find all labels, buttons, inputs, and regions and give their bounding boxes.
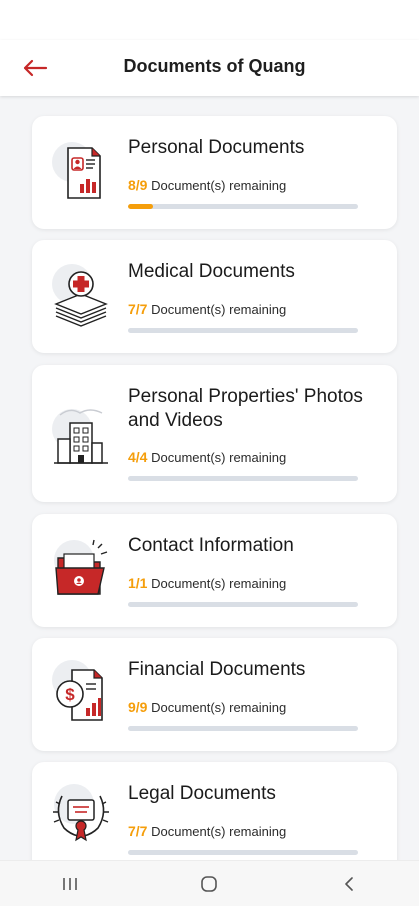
app-bar: Documents of Quang bbox=[0, 40, 419, 96]
remaining-count: 7/7 bbox=[128, 301, 148, 317]
remaining-count: 7/7 bbox=[128, 823, 148, 839]
remaining-label: Document(s) remaining bbox=[151, 576, 287, 591]
remaining-label: Document(s) remaining bbox=[151, 450, 287, 465]
system-navigation-bar bbox=[0, 860, 419, 906]
progress-bar bbox=[128, 850, 358, 855]
category-card-legal-documents[interactable]: Legal Documents 7/7 Document(s) remainin… bbox=[32, 762, 397, 860]
folder-contact-icon bbox=[54, 539, 108, 595]
category-title: Medical Documents bbox=[128, 261, 295, 282]
remaining-count: 4/4 bbox=[128, 449, 148, 465]
category-title: Legal Documents bbox=[128, 783, 276, 804]
recent-apps-icon bbox=[63, 877, 77, 890]
remaining-label: Document(s) remaining bbox=[151, 824, 287, 839]
remaining-text: 8/9 Document(s) remaining bbox=[128, 177, 286, 193]
medical-documents-icon bbox=[52, 264, 108, 327]
progress-bar bbox=[128, 602, 358, 607]
category-card-personal-properties[interactable]: Personal Properties' Photos and Videos 4… bbox=[32, 365, 397, 502]
progress-bar bbox=[128, 726, 358, 731]
personal-document-icon bbox=[52, 142, 101, 199]
remaining-text: 4/4 Document(s) remaining bbox=[128, 449, 286, 465]
progress-fill bbox=[128, 204, 154, 209]
svg-text:$: $ bbox=[65, 685, 75, 704]
remaining-text: 7/7 Document(s) remaining bbox=[128, 301, 286, 317]
building-icon bbox=[52, 409, 108, 464]
category-title: Financial Documents bbox=[128, 659, 306, 680]
remaining-text: 7/7 Document(s) remaining bbox=[128, 823, 286, 839]
category-card-medical-documents[interactable]: Medical Documents 7/7 Document(s) remain… bbox=[32, 240, 397, 353]
legal-certificate-icon bbox=[53, 784, 109, 842]
back-chevron-icon bbox=[345, 876, 353, 891]
home-button[interactable] bbox=[179, 864, 239, 904]
progress-bar bbox=[128, 204, 358, 209]
home-icon bbox=[201, 875, 218, 892]
category-list[interactable]: Personal Documents 8/9 Document(s) remai… bbox=[0, 96, 419, 860]
recent-apps-button[interactable] bbox=[40, 864, 100, 904]
financial-document-icon: $ bbox=[52, 660, 103, 721]
remaining-count: 8/9 bbox=[128, 177, 148, 193]
status-bar bbox=[0, 0, 419, 40]
remaining-count: 9/9 bbox=[128, 699, 148, 715]
category-title: Personal Properties' Photos and Videos bbox=[128, 386, 363, 431]
remaining-text: 9/9 Document(s) remaining bbox=[128, 699, 286, 715]
remaining-label: Document(s) remaining bbox=[151, 178, 287, 193]
remaining-label: Document(s) remaining bbox=[151, 700, 287, 715]
remaining-text: 1/1 Document(s) remaining bbox=[128, 575, 286, 591]
progress-bar bbox=[128, 476, 358, 481]
remaining-count: 1/1 bbox=[128, 575, 148, 591]
system-back-button[interactable] bbox=[319, 864, 379, 904]
category-card-personal-documents[interactable]: Personal Documents 8/9 Document(s) remai… bbox=[32, 116, 397, 229]
category-card-financial-documents[interactable]: $ Financial Documents 9/9 Document(s) re… bbox=[32, 638, 397, 751]
progress-bar bbox=[128, 328, 358, 333]
remaining-label: Document(s) remaining bbox=[151, 302, 287, 317]
category-title: Contact Information bbox=[128, 535, 294, 556]
category-title: Personal Documents bbox=[128, 137, 305, 158]
page-title: Documents of Quang bbox=[123, 56, 306, 76]
category-card-contact-information[interactable]: Contact Information 1/1 Document(s) rema… bbox=[32, 514, 397, 627]
